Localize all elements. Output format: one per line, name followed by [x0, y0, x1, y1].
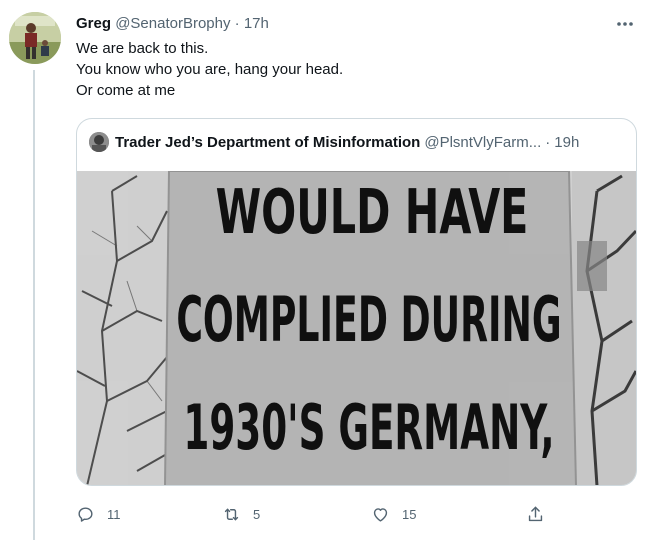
reply-button[interactable]: 11 — [76, 500, 121, 528]
share-icon — [528, 506, 543, 521]
tweet-text-line: You know who you are, hang your head. — [76, 61, 344, 78]
like-count: 15 — [402, 506, 417, 522]
tweet-actions: 11 5 15 — [76, 500, 546, 528]
tweet-text-line: We are back to this. — [76, 40, 209, 57]
avatar-image — [9, 12, 61, 64]
ellipsis-icon — [617, 22, 633, 26]
retweet-icon — [224, 508, 239, 520]
quoted-author-name[interactable]: Trader Jed’s Department of Misinformatio… — [115, 134, 420, 151]
author-avatar[interactable] — [9, 12, 61, 64]
retweet-count: 5 — [253, 506, 261, 522]
quoted-tweet-timestamp[interactable]: 19h — [554, 134, 579, 151]
author-name[interactable]: Greg — [76, 15, 111, 32]
quoted-tweet-header: Trader Jed’s Department of Misinformatio… — [89, 131, 579, 153]
share-button[interactable] — [526, 500, 545, 528]
tweet-header: Greg @SenatorBrophy · 17h — [76, 14, 269, 34]
tweet-text-line: Or come at me — [76, 82, 176, 99]
quoted-author-handle[interactable]: @PlsntVlyFarm... — [424, 134, 541, 151]
retweet-button[interactable]: 5 — [222, 500, 260, 528]
quoted-avatar-image — [89, 132, 109, 152]
tweet-text: We are back to this. You know who you ar… — [76, 38, 343, 101]
separator-dot: · — [545, 133, 551, 151]
reply-count: 11 — [107, 506, 121, 522]
tweet-timestamp[interactable]: 17h — [244, 15, 269, 32]
like-button[interactable]: 15 — [371, 500, 416, 528]
more-options-button[interactable] — [610, 10, 640, 38]
reply-icon — [78, 506, 93, 522]
protest-sign-photo: WOULD HAVE COMPLIED DURING 1930'S GERMAN… — [77, 170, 636, 485]
quoted-tweet[interactable]: Trader Jed’s Department of Misinformatio… — [76, 118, 637, 486]
quoted-tweet-image[interactable]: WOULD HAVE COMPLIED DURING 1930'S GERMAN… — [77, 170, 636, 485]
heart-icon — [373, 507, 388, 522]
quoted-author-avatar[interactable] — [89, 132, 109, 152]
separator-dot: · — [234, 15, 240, 32]
thread-line — [33, 70, 35, 540]
author-handle[interactable]: @SenatorBrophy — [115, 15, 230, 32]
tweet[interactable]: Greg @SenatorBrophy · 17h We are back to… — [0, 0, 650, 540]
